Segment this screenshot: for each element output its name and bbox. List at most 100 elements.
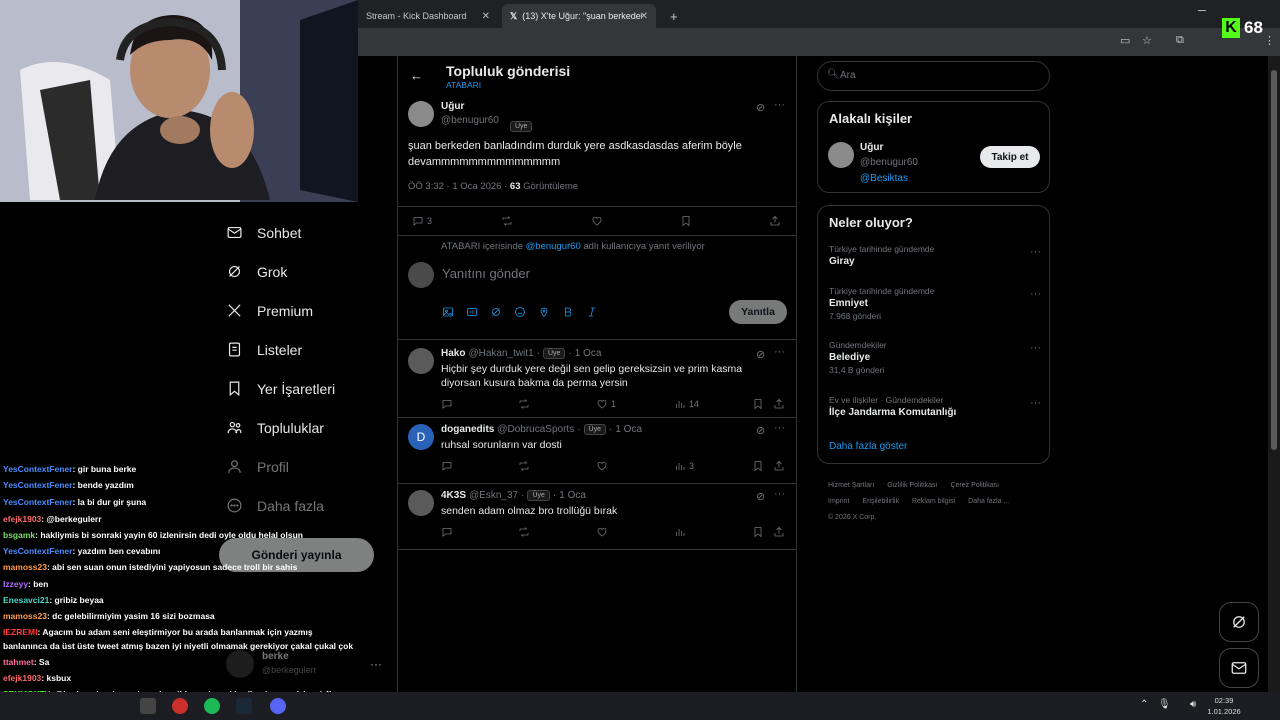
- reply-avatar[interactable]: [408, 348, 434, 374]
- clock[interactable]: 02:39 1.01.2026: [1204, 695, 1244, 717]
- speaker-icon[interactable]: 🔊︎: [1190, 699, 1196, 710]
- grok-icon[interactable]: ⊘: [756, 424, 765, 437]
- messages-float-button[interactable]: [1219, 648, 1259, 688]
- reply-more-icon[interactable]: ···: [774, 422, 785, 434]
- location-icon[interactable]: [538, 306, 550, 318]
- views-action[interactable]: [674, 526, 689, 538]
- tab-x-post[interactable]: 𝕏 (13) X'te Uğur: "şuan berkeden ✕: [502, 4, 656, 28]
- grok-float-button[interactable]: [1219, 602, 1259, 642]
- sidebar-item-more[interactable]: Daha fazla: [226, 497, 324, 514]
- footer-link[interactable]: Reklam bilgisi: [912, 498, 955, 505]
- grok-icon[interactable]: [490, 306, 502, 318]
- chat-username[interactable]: IEZREMI: [3, 627, 37, 637]
- like-action[interactable]: [591, 215, 603, 227]
- reply-avatar[interactable]: [408, 490, 434, 516]
- footer-link[interactable]: Imprint: [828, 498, 849, 505]
- chat-username[interactable]: YesContextFener: [3, 480, 72, 490]
- bookmark-star-icon[interactable]: ☆: [1142, 34, 1152, 47]
- extensions-icon[interactable]: ⧉: [1176, 34, 1184, 47]
- chat-username[interactable]: YesContextFener: [3, 497, 72, 507]
- reply-date[interactable]: 1 Oca: [615, 424, 642, 435]
- follow-button[interactable]: Takip et: [980, 146, 1040, 168]
- app-taskbar-icon[interactable]: [140, 698, 156, 714]
- trend-more-icon[interactable]: ···: [1030, 397, 1041, 409]
- bookmark-action[interactable]: [752, 460, 764, 472]
- chat-username[interactable]: efejk1903: [3, 514, 41, 524]
- bookmark-action[interactable]: [680, 215, 692, 227]
- reply-author-handle[interactable]: @Eskn_37: [469, 490, 518, 501]
- reply-action[interactable]: 3: [412, 215, 432, 227]
- repost-action[interactable]: [518, 398, 530, 410]
- chat-username[interactable]: Enesavci21: [3, 595, 49, 605]
- footer-link[interactable]: Çerez Politikası: [950, 482, 999, 489]
- reply-author-name[interactable]: 4K3S: [441, 490, 466, 501]
- sidebar-item-lists[interactable]: Listeler: [226, 341, 302, 358]
- trend-more-icon[interactable]: ···: [1030, 342, 1041, 354]
- reply-action[interactable]: [441, 460, 453, 472]
- footer-link[interactable]: Daha fazla ...: [968, 498, 1009, 505]
- reply-author-handle[interactable]: @DobrucaSports: [497, 424, 574, 435]
- replying-handle[interactable]: @benugur60: [526, 241, 581, 252]
- spotify-taskbar-icon[interactable]: [204, 698, 220, 714]
- scrollbar-thumb[interactable]: [1271, 70, 1277, 450]
- gif-icon[interactable]: [466, 306, 478, 318]
- repost-action[interactable]: [518, 460, 530, 472]
- related-name[interactable]: Uğur: [860, 142, 883, 153]
- reply-item[interactable]: 4K3S @Eskn_37 · Üye · 1 Oca ⊘ ··· senden…: [398, 484, 796, 550]
- minimize-icon[interactable]: ─: [1198, 5, 1206, 17]
- chat-username[interactable]: mamoss23: [3, 562, 47, 572]
- steam-taskbar-icon[interactable]: [236, 698, 252, 714]
- sidebar-item-premium[interactable]: Premium: [226, 302, 313, 319]
- footer-link[interactable]: Erişilebilirlik: [862, 498, 899, 505]
- close-tab-icon[interactable]: ✕: [640, 11, 648, 22]
- reply-author-handle[interactable]: @Hakan_twit1: [468, 348, 533, 359]
- image-icon[interactable]: [442, 306, 454, 318]
- like-action[interactable]: [596, 460, 611, 472]
- discord-taskbar-icon[interactable]: [270, 698, 286, 714]
- share-action[interactable]: [769, 215, 781, 227]
- trend-item[interactable]: Türkiye tarihinde gündemde Giray ···: [829, 244, 1041, 269]
- account-menu-icon[interactable]: ···: [370, 657, 382, 671]
- microphone-icon[interactable]: 🎙︎: [1158, 699, 1171, 710]
- footer-link[interactable]: Hizmet Şartları: [828, 482, 874, 489]
- tab-kick-dashboard[interactable]: Stream - Kick Dashboard ✕: [358, 4, 498, 28]
- share-action[interactable]: [773, 526, 785, 538]
- reply-author-name[interactable]: Hako: [441, 348, 465, 359]
- search-box[interactable]: 🔍︎ Ara: [817, 61, 1050, 91]
- repost-action[interactable]: [501, 215, 513, 227]
- related-avatar[interactable]: [828, 142, 854, 168]
- sidebar-item-bookmarks[interactable]: Yer İşaretleri: [226, 380, 335, 397]
- reply-author-name[interactable]: doganedits: [441, 424, 494, 435]
- related-bio-link[interactable]: @Besiktas: [860, 173, 908, 184]
- author-name[interactable]: Uğur: [441, 101, 464, 112]
- chat-username[interactable]: YesContextFener: [3, 546, 72, 556]
- cast-icon[interactable]: ▭: [1120, 34, 1130, 47]
- reply-item[interactable]: Hako @Hakan_twit1 · Üye · 1 Oca ⊘ ··· Hi…: [398, 342, 796, 418]
- trend-item[interactable]: Gündemdekiler Belediye 31,4 B gönderi ··…: [829, 340, 1041, 375]
- sidebar-item-chat[interactable]: Sohbet: [226, 224, 301, 241]
- reply-more-icon[interactable]: ···: [774, 488, 785, 500]
- reply-avatar[interactable]: D: [408, 424, 434, 450]
- grok-icon[interactable]: ⊘: [756, 490, 765, 503]
- reply-more-icon[interactable]: ···: [774, 346, 785, 358]
- chat-username[interactable]: bsgamk: [3, 530, 35, 540]
- close-tab-icon[interactable]: ✕: [482, 11, 490, 22]
- italic-icon[interactable]: [586, 306, 598, 318]
- browser-taskbar-icon[interactable]: [172, 698, 188, 714]
- bookmark-action[interactable]: [752, 526, 764, 538]
- reply-action[interactable]: [441, 526, 453, 538]
- sidebar-item-profile[interactable]: Profil: [226, 458, 289, 475]
- reply-date[interactable]: 1 Oca: [575, 348, 602, 359]
- reply-submit-button[interactable]: Yanıtla: [729, 300, 787, 324]
- grok-icon[interactable]: ⊘: [756, 348, 765, 361]
- post-more-icon[interactable]: ···: [774, 99, 785, 111]
- related-handle[interactable]: @benugur60: [860, 157, 918, 168]
- footer-link[interactable]: Gizlilik Politikası: [887, 482, 937, 489]
- chat-username[interactable]: ttahmet: [3, 657, 34, 667]
- chat-username[interactable]: YesContextFener: [3, 464, 72, 474]
- share-action[interactable]: [773, 460, 785, 472]
- chat-username[interactable]: Izzeyy: [3, 579, 28, 589]
- reply-action[interactable]: [441, 398, 453, 410]
- like-action[interactable]: [596, 526, 611, 538]
- views-action[interactable]: 3: [674, 460, 694, 472]
